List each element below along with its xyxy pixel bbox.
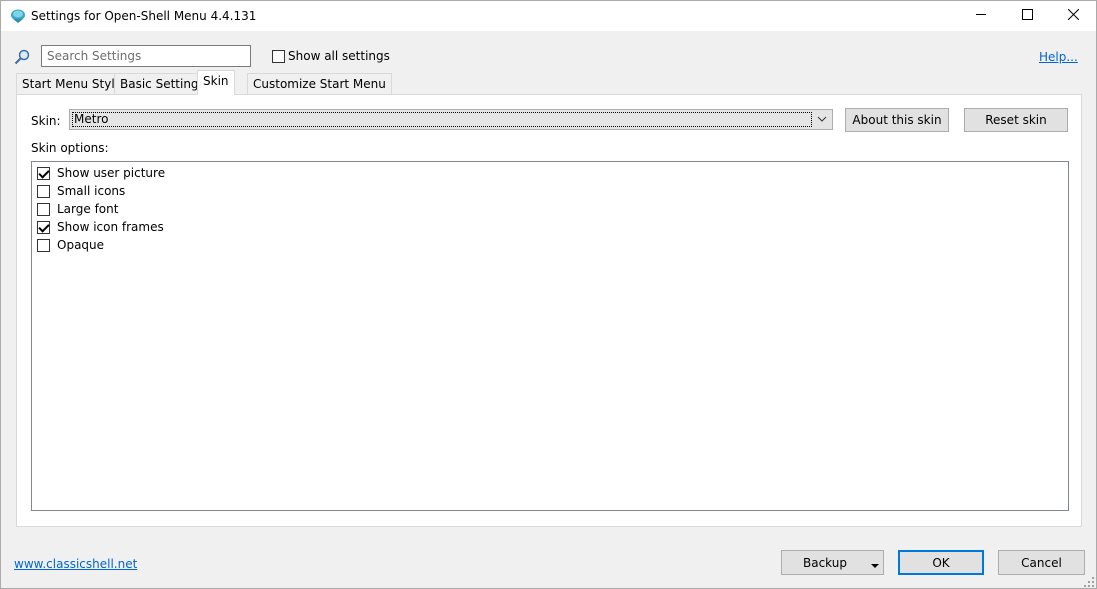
option-small-icons[interactable]: Small icons: [37, 182, 125, 200]
skin-options-list: Show user picture Small icons Large font…: [31, 161, 1069, 511]
button-label: Backup: [803, 556, 847, 570]
window-title: Settings for Open-Shell Menu 4.4.131: [31, 9, 257, 23]
tab-skin[interactable]: Skin: [197, 70, 235, 95]
show-all-label: Show all settings: [288, 49, 390, 63]
tab-label: Start Menu Style: [22, 77, 123, 91]
option-label: Show icon frames: [57, 220, 164, 234]
search-input[interactable]: [42, 46, 250, 66]
button-label: OK: [932, 555, 950, 570]
option-label: Small icons: [57, 184, 126, 198]
minimize-icon: [975, 9, 987, 23]
close-button[interactable]: [1050, 1, 1096, 31]
backup-button[interactable]: Backup: [781, 550, 884, 575]
option-checkbox[interactable]: [37, 220, 50, 234]
skin-label: Skin:: [31, 114, 61, 128]
button-label: About this skin: [852, 113, 942, 127]
button-label: Reset skin: [985, 113, 1047, 127]
option-label: Show user picture: [57, 166, 166, 180]
skin-panel: Skin: Metro About this skin Reset skin S…: [16, 94, 1082, 527]
close-icon: [1067, 8, 1079, 23]
search-icon: [13, 48, 31, 66]
skin-dropdown[interactable]: Metro: [69, 109, 833, 130]
skin-options-label: Skin options:: [31, 141, 109, 155]
minimize-button[interactable]: [958, 1, 1004, 31]
maximize-icon: [1021, 9, 1033, 23]
title-bar[interactable]: Settings for Open-Shell Menu 4.4.131: [1, 1, 1096, 31]
option-checkbox[interactable]: [37, 184, 50, 198]
cancel-button[interactable]: Cancel: [998, 550, 1085, 575]
tab-label: Basic Settings: [120, 77, 205, 91]
chevron-down-icon: [816, 113, 828, 125]
tab-start-menu-style[interactable]: Start Menu Style: [16, 73, 129, 94]
option-checkbox[interactable]: [37, 238, 50, 252]
ok-button[interactable]: OK: [898, 550, 984, 575]
button-label: Cancel: [1021, 555, 1062, 570]
settings-window: Settings for Open-Shell Menu 4.4.131 Sho…: [0, 0, 1097, 589]
option-show-user-picture[interactable]: Show user picture: [37, 164, 165, 182]
maximize-button[interactable]: [1004, 1, 1050, 31]
show-all-settings-option[interactable]: Show all settings: [272, 49, 390, 63]
option-opaque[interactable]: Opaque: [37, 236, 104, 254]
reset-skin-button[interactable]: Reset skin: [964, 108, 1068, 132]
skin-selected-value: Metro: [72, 112, 812, 127]
resize-grip-icon[interactable]: [1083, 576, 1095, 588]
show-all-checkbox[interactable]: [272, 49, 285, 63]
about-skin-button[interactable]: About this skin: [845, 108, 949, 132]
option-show-icon-frames[interactable]: Show icon frames: [37, 218, 164, 236]
tab-customize-start-menu[interactable]: Customize Start Menu: [247, 73, 392, 94]
option-checkbox[interactable]: [37, 202, 50, 216]
tab-label: Skin: [203, 74, 229, 88]
website-link[interactable]: www.classicshell.net: [14, 557, 137, 571]
option-label: Opaque: [57, 238, 105, 252]
tab-label: Customize Start Menu: [253, 77, 386, 91]
shell-icon: [10, 8, 26, 24]
option-checkbox[interactable]: [37, 166, 50, 180]
option-large-font[interactable]: Large font: [37, 200, 118, 218]
option-label: Large font: [57, 202, 119, 216]
search-field[interactable]: [41, 45, 251, 67]
dropdown-arrow-icon: [870, 559, 880, 568]
help-link[interactable]: Help...: [1039, 50, 1078, 64]
